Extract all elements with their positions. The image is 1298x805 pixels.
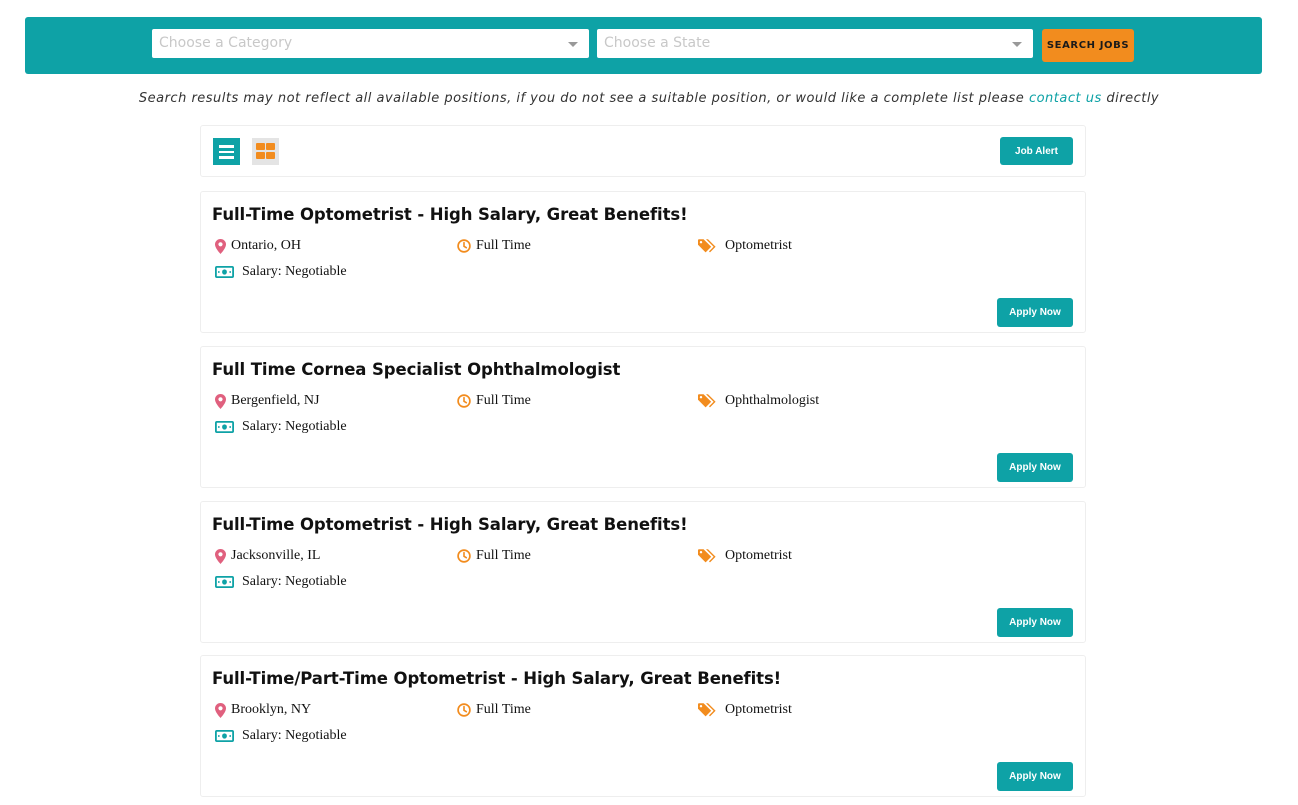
job-title[interactable]: Full-Time/Part-Time Optometrist - High S… [212, 669, 781, 688]
job-category: Optometrist [698, 547, 792, 565]
list-view-toggle[interactable] [213, 138, 240, 165]
money-bill-icon [215, 421, 234, 433]
job-location: Bergenfield, NJ [215, 392, 319, 410]
job-title[interactable]: Full-Time Optometrist - High Salary, Gre… [212, 515, 688, 534]
list-view-icon [219, 156, 234, 159]
job-salary-text: Salary: Negotiable [242, 264, 347, 279]
job-type: Full Time [457, 237, 531, 255]
job-location: Jacksonville, IL [215, 547, 320, 565]
job-type: Full Time [457, 392, 531, 410]
tags-icon [698, 394, 716, 408]
job-category-text: Optometrist [725, 238, 792, 253]
map-pin-icon [215, 238, 226, 254]
apply-now-button[interactable]: Apply Now [997, 608, 1073, 637]
category-select[interactable]: Choose a Category [152, 29, 589, 58]
job-salary: Salary: Negotiable [215, 573, 347, 591]
job-category: Ophthalmologist [698, 392, 819, 410]
job-location: Brooklyn, NY [215, 701, 311, 719]
job-type: Full Time [457, 701, 531, 719]
job-card: Full-Time/Part-Time Optometrist - High S… [200, 655, 1086, 797]
map-pin-icon [215, 548, 226, 564]
tags-icon [698, 703, 716, 717]
job-location-text: Brooklyn, NY [231, 702, 312, 717]
money-bill-icon [215, 266, 234, 278]
results-toolbar: Job Alert [200, 125, 1086, 177]
job-title[interactable]: Full Time Cornea Specialist Ophthalmolog… [212, 360, 620, 379]
grid-view-icon [266, 152, 275, 159]
job-salary-text: Salary: Negotiable [242, 419, 347, 434]
grid-view-toggle[interactable] [252, 138, 279, 165]
clock-icon [457, 703, 471, 717]
job-card: Full-Time Optometrist - High Salary, Gre… [200, 191, 1086, 333]
job-category: Optometrist [698, 237, 792, 255]
apply-now-button[interactable]: Apply Now [997, 453, 1073, 482]
job-type-text: Full Time [476, 702, 531, 717]
job-location: Ontario, OH [215, 237, 301, 255]
job-title[interactable]: Full-Time Optometrist - High Salary, Gre… [212, 205, 688, 224]
search-jobs-button[interactable]: SEARCH JOBS [1042, 29, 1134, 62]
search-notice: Search results may not reflect all avail… [0, 91, 1298, 106]
job-category-text: Optometrist [725, 702, 792, 717]
job-card: Full-Time Optometrist - High Salary, Gre… [200, 501, 1086, 643]
map-pin-icon [215, 393, 226, 409]
job-category-text: Ophthalmologist [725, 393, 820, 408]
job-location-text: Jacksonville, IL [231, 548, 321, 563]
job-type-text: Full Time [476, 548, 531, 563]
money-bill-icon [215, 576, 234, 588]
apply-now-button[interactable]: Apply Now [997, 298, 1073, 327]
job-salary: Salary: Negotiable [215, 727, 347, 745]
notice-text: Search results may not reflect all avail… [138, 91, 1029, 106]
map-pin-icon [215, 702, 226, 718]
job-salary: Salary: Negotiable [215, 263, 347, 281]
job-type: Full Time [457, 547, 531, 565]
clock-icon [457, 549, 471, 563]
job-category: Optometrist [698, 701, 792, 719]
notice-text-end: directly [1101, 91, 1160, 106]
job-salary: Salary: Negotiable [215, 418, 347, 436]
state-select-placeholder: Choose a State [604, 35, 711, 51]
chevron-down-icon [1012, 42, 1022, 47]
category-select-placeholder: Choose a Category [159, 35, 293, 51]
grid-view-icon [256, 143, 265, 150]
job-location-text: Ontario, OH [231, 238, 301, 253]
apply-now-button[interactable]: Apply Now [997, 762, 1073, 791]
clock-icon [457, 239, 471, 253]
list-view-icon [219, 145, 234, 148]
grid-view-icon [256, 152, 265, 159]
chevron-down-icon [568, 42, 578, 47]
tags-icon [698, 549, 716, 563]
job-type-text: Full Time [476, 393, 531, 408]
search-bar: Choose a Category Choose a State SEARCH … [25, 17, 1262, 74]
list-view-icon [219, 150, 234, 153]
clock-icon [457, 394, 471, 408]
state-select[interactable]: Choose a State [597, 29, 1033, 58]
job-salary-text: Salary: Negotiable [242, 728, 347, 743]
job-card: Full Time Cornea Specialist Ophthalmolog… [200, 346, 1086, 488]
money-bill-icon [215, 730, 234, 742]
job-alert-button[interactable]: Job Alert [1000, 137, 1073, 165]
job-salary-text: Salary: Negotiable [242, 574, 347, 589]
job-location-text: Bergenfield, NJ [231, 393, 320, 408]
job-category-text: Optometrist [725, 548, 792, 563]
grid-view-icon [266, 143, 275, 150]
contact-us-link[interactable]: contact us [1029, 91, 1102, 106]
job-type-text: Full Time [476, 238, 531, 253]
tags-icon [698, 239, 716, 253]
